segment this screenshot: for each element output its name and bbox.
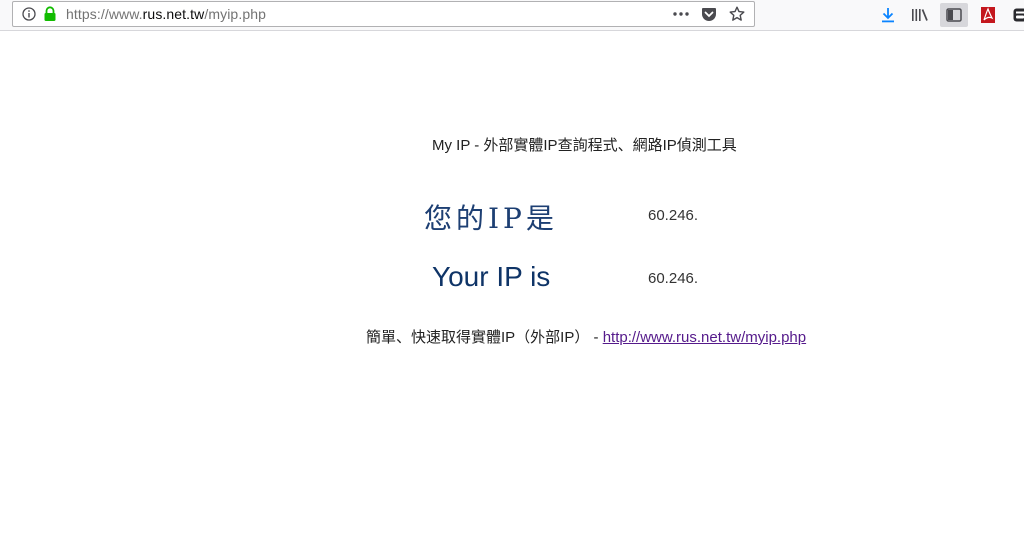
page-actions-icon[interactable] <box>670 5 692 23</box>
library-icon[interactable] <box>908 3 932 27</box>
myip-link[interactable]: http://www.rus.net.tw/myip.php <box>603 329 806 346</box>
your-ip-label-zh: 您的IP是 <box>424 202 558 235</box>
footer-text: 簡單、快速取得實體IP（外部IP） - <box>366 329 603 346</box>
bookmark-star-icon[interactable] <box>726 5 748 23</box>
page-title: My IP - 外部實體IP查詢程式、網路IP偵測工具 <box>432 137 737 154</box>
browser-toolbar: https://www.rus.net.tw/myip.php <box>0 0 1024 31</box>
profile-icon[interactable] <box>1008 3 1024 27</box>
download-icon[interactable] <box>876 3 900 27</box>
url-text[interactable]: https://www.rus.net.tw/myip.php <box>66 6 266 22</box>
url-path: /myip.php <box>204 6 266 22</box>
pdf-icon[interactable] <box>976 3 1000 27</box>
ip-value-en: 60.246. <box>648 270 699 287</box>
ip-value-zh: 60.246. <box>648 207 699 224</box>
sidebar-icon[interactable] <box>940 3 968 27</box>
toolbar-icons <box>876 3 1024 27</box>
page-content: My IP - 外部實體IP查詢程式、網路IP偵測工具 您的IP是 60.246… <box>0 31 1024 539</box>
info-icon[interactable] <box>22 7 36 26</box>
pocket-icon[interactable] <box>698 5 720 23</box>
footer-line: 簡單、快速取得實體IP（外部IP） - http://www.rus.net.t… <box>366 326 806 347</box>
lock-icon[interactable] <box>43 6 57 27</box>
your-ip-label-en: Your IP is <box>432 261 551 292</box>
url-host: rus.net.tw <box>142 6 205 22</box>
url-prefix: https://www. <box>66 6 143 22</box>
url-actions <box>670 5 748 23</box>
url-bar[interactable]: https://www.rus.net.tw/myip.php <box>12 1 755 27</box>
